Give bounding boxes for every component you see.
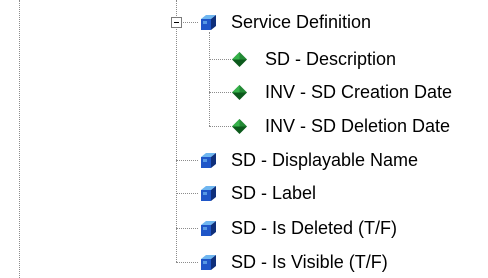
tree-item-label: SD - Is Visible (T/F) [231, 252, 388, 272]
tree-item-label: INV - SD Deletion Date [265, 116, 451, 136]
tree-connector [176, 193, 198, 194]
green-diamond-icon [231, 84, 248, 101]
tree-view: { "tree": { "parent": { "label": "Servic… [0, 0, 488, 278]
green-diamond-icon [231, 51, 248, 68]
cube-icon [200, 14, 217, 31]
green-diamond-icon [231, 118, 248, 135]
tree-guide-line-children [209, 32, 210, 126]
minus-icon [174, 22, 179, 23]
tree-connector [209, 126, 231, 127]
tree-item-label: INV - SD Creation Date [265, 82, 453, 102]
tree-item-label: Service Definition [231, 12, 372, 32]
tree-connector [209, 92, 231, 93]
tree-guide-line-level [176, 0, 177, 262]
cube-icon [200, 185, 217, 202]
cube-icon [200, 220, 217, 237]
collapse-toggle[interactable] [171, 17, 182, 28]
tree-item-label: SD - Displayable Name [231, 150, 419, 170]
tree-item-label: SD - Label [231, 183, 317, 203]
tree-connector [176, 228, 198, 229]
tree-connector [209, 59, 231, 60]
cube-icon [200, 254, 217, 271]
tree-connector [176, 262, 198, 263]
tree-item-label: SD - Is Deleted (T/F) [231, 218, 398, 238]
tree-item-label: SD - Description [265, 49, 397, 69]
cube-icon [200, 152, 217, 169]
tree-connector [176, 160, 198, 161]
tree-guide-line-outer [19, 0, 20, 278]
